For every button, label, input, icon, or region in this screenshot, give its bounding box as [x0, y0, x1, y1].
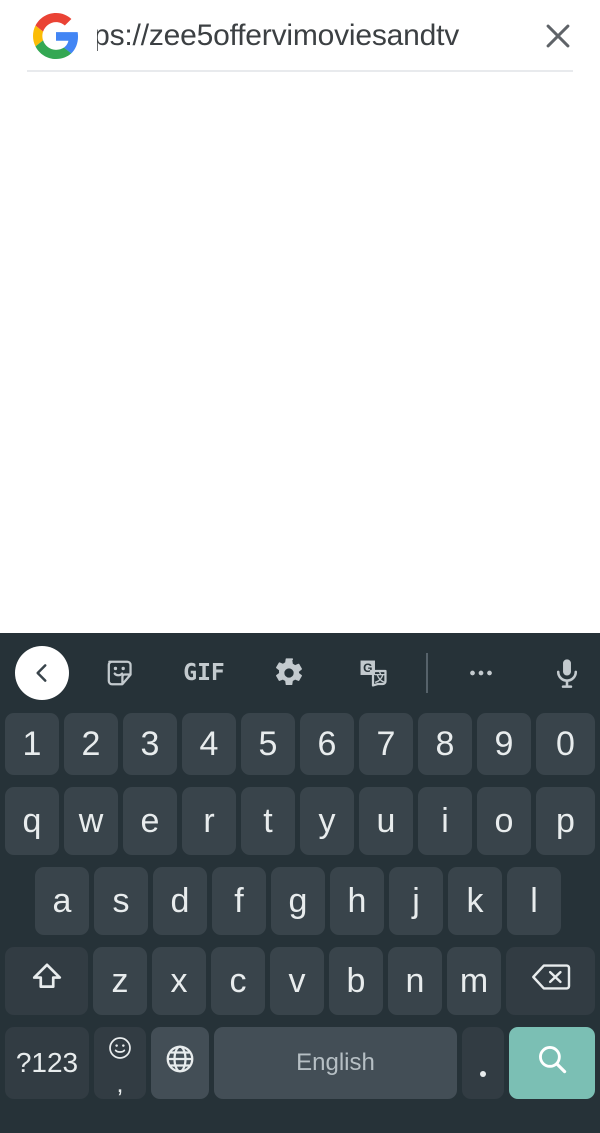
key-j[interactable]: j: [389, 867, 443, 935]
key-g[interactable]: g: [271, 867, 325, 935]
microphone-icon[interactable]: [539, 633, 595, 713]
symbols-key[interactable]: ?123: [5, 1027, 89, 1099]
url-input[interactable]: tps://zee5offervimoviesandtv: [97, 8, 526, 64]
key-e[interactable]: e: [123, 787, 177, 855]
key-c[interactable]: c: [211, 947, 265, 1015]
keyboard-row-numbers: 1 2 3 4 5 6 7 8 9 0: [0, 713, 600, 787]
key-h[interactable]: h: [330, 867, 384, 935]
key-9[interactable]: 9: [477, 713, 531, 775]
language-switch-key[interactable]: [151, 1027, 209, 1099]
key-u[interactable]: u: [359, 787, 413, 855]
key-n[interactable]: n: [388, 947, 442, 1015]
key-o[interactable]: o: [477, 787, 531, 855]
gear-icon[interactable]: [261, 633, 317, 713]
close-x-icon[interactable]: [526, 4, 590, 68]
keyboard-row-top: q w e r t y u i o p: [0, 787, 600, 867]
period-key[interactable]: [462, 1027, 504, 1099]
emoji-smiley-icon: [94, 1035, 146, 1061]
sticker-smiley-icon[interactable]: [92, 633, 148, 713]
search-magnifier-icon: [534, 1041, 570, 1085]
keyboard-toolbar: GIF G 文: [0, 633, 600, 713]
key-k[interactable]: k: [448, 867, 502, 935]
key-1[interactable]: 1: [5, 713, 59, 775]
keyboard-row-home: a s d f g h j k l: [0, 867, 600, 947]
emoji-comma-key[interactable]: ,: [94, 1027, 146, 1099]
backspace-delete-icon: [531, 962, 571, 1000]
key-3[interactable]: 3: [123, 713, 177, 775]
key-a[interactable]: a: [35, 867, 89, 935]
key-w[interactable]: w: [64, 787, 118, 855]
keyboard-row-bottom: z x c v b n m: [0, 947, 600, 1027]
shift-key[interactable]: [5, 947, 88, 1015]
key-0[interactable]: 0: [536, 713, 595, 775]
key-t[interactable]: t: [241, 787, 295, 855]
search-enter-key[interactable]: [509, 1027, 595, 1099]
toolbar-separator: [426, 653, 428, 693]
key-l[interactable]: l: [507, 867, 561, 935]
shift-arrow-icon: [30, 960, 64, 1002]
key-b[interactable]: b: [329, 947, 383, 1015]
page-content-blank: [0, 72, 600, 633]
key-z[interactable]: z: [93, 947, 147, 1015]
period-label: [480, 1071, 486, 1077]
key-4[interactable]: 4: [182, 713, 236, 775]
key-d[interactable]: d: [153, 867, 207, 935]
url-text: tps://zee5offervimoviesandtv: [97, 18, 460, 52]
key-2[interactable]: 2: [64, 713, 118, 775]
backspace-key[interactable]: [506, 947, 595, 1015]
key-x[interactable]: x: [152, 947, 206, 1015]
gif-label: GIF: [183, 660, 225, 686]
on-screen-keyboard: GIF G 文 1 2 3 4 5 6 7 8 9 0 q w e r t y …: [0, 633, 600, 1133]
key-m[interactable]: m: [447, 947, 501, 1015]
key-7[interactable]: 7: [359, 713, 413, 775]
space-language-label: English: [296, 1049, 375, 1076]
svg-text:G: G: [363, 661, 372, 675]
key-s[interactable]: s: [94, 867, 148, 935]
google-translate-icon[interactable]: G 文: [345, 633, 401, 713]
key-i[interactable]: i: [418, 787, 472, 855]
key-6[interactable]: 6: [300, 713, 354, 775]
svg-text:文: 文: [374, 672, 386, 685]
key-8[interactable]: 8: [418, 713, 472, 775]
globe-language-icon: [164, 1043, 196, 1083]
key-5[interactable]: 5: [241, 713, 295, 775]
gif-button[interactable]: GIF: [176, 633, 232, 713]
key-f[interactable]: f: [212, 867, 266, 935]
key-p[interactable]: p: [536, 787, 595, 855]
key-v[interactable]: v: [270, 947, 324, 1015]
key-y[interactable]: y: [300, 787, 354, 855]
browser-search-bar: tps://zee5offervimoviesandtv: [0, 0, 600, 72]
comma-label: ,: [116, 1070, 124, 1098]
space-key[interactable]: English: [214, 1027, 457, 1099]
key-r[interactable]: r: [182, 787, 236, 855]
chevron-left-icon[interactable]: [14, 633, 70, 713]
keyboard-row-space: ?123 , English: [0, 1027, 600, 1115]
key-q[interactable]: q: [5, 787, 59, 855]
more-horizontal-icon[interactable]: [453, 633, 509, 713]
google-g-logo: [33, 12, 79, 59]
